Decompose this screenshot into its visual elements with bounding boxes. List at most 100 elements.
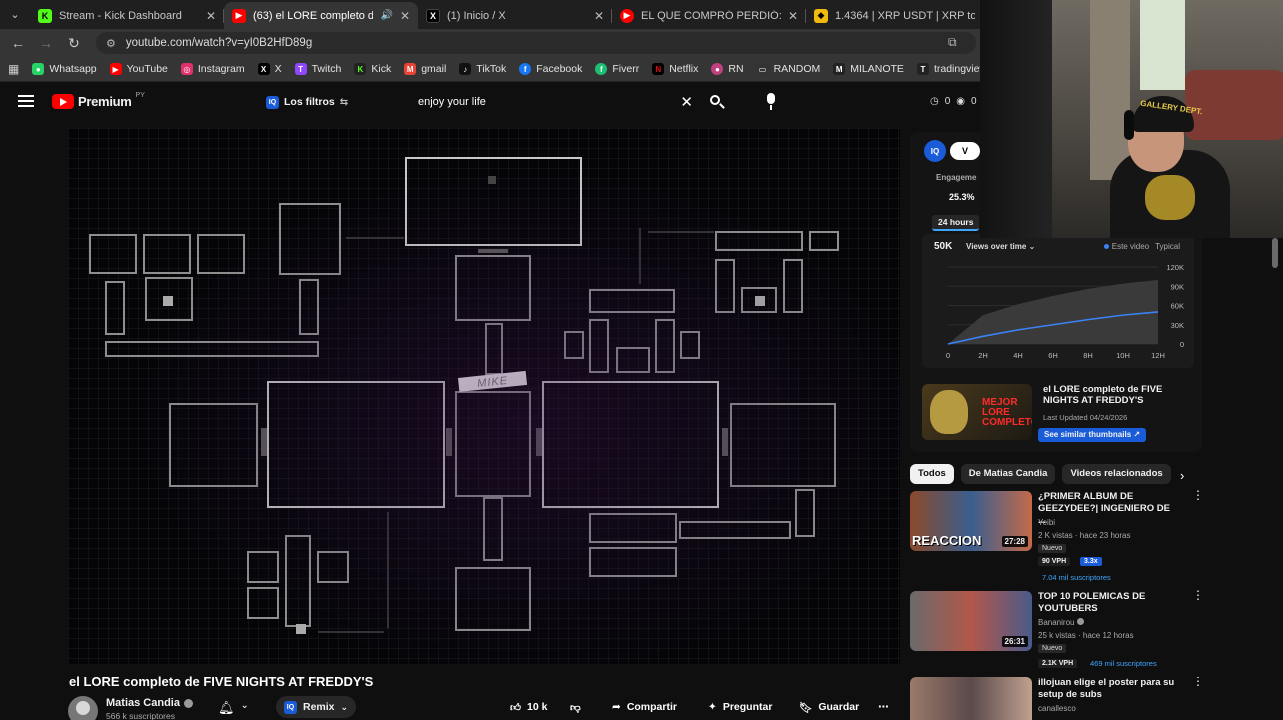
chip-related[interactable]: Videos relacionados	[1062, 464, 1171, 484]
dislike-button[interactable]: 👎︎	[570, 696, 581, 718]
video-thumbnail[interactable]: 26:31	[910, 591, 1032, 651]
scrollbar[interactable]	[1272, 238, 1278, 268]
bookmark-label: TikTok	[476, 63, 507, 75]
tab-search-button[interactable]: ⌄	[0, 0, 30, 29]
search-input[interactable]: enjoy your life ✕	[407, 90, 703, 114]
bookmark-label: X	[274, 63, 282, 75]
bookmark-netflix[interactable]: N Netflix	[652, 63, 698, 75]
tab-x-home[interactable]: X (1) Inicio / X ✕	[418, 2, 612, 29]
video-thumbnail-preview[interactable]: MEJOR LORE COMPLETO	[922, 384, 1032, 440]
close-icon[interactable]: ✕	[594, 9, 604, 23]
search-icon[interactable]	[708, 93, 726, 111]
bookmark-x[interactable]: XX	[257, 63, 282, 75]
youtube-icon: ▶	[109, 63, 122, 75]
bookmark-label: Facebook	[536, 63, 583, 75]
related-channel-name: Bananirou	[1038, 618, 1075, 627]
list-item[interactable]: illojuan elige el poster para su setup d…	[910, 677, 1200, 720]
more-vertical-icon[interactable]: ⋮	[1192, 589, 1204, 601]
bookmark-whatsapp[interactable]: ● Whatsapp	[32, 63, 97, 75]
youtube-logo[interactable]: Premium PY	[52, 92, 145, 109]
webcam-overlay: GALLERY DEPT. ✕	[980, 0, 1283, 238]
thumbnail-text: MEJOR LORE COMPLETO	[982, 397, 1032, 428]
list-item[interactable]: 26:31 TOP 10 POLEMICAS DE YOUTUBERS Bana…	[910, 589, 1204, 677]
views-chart: 50K Views over time ⌄ Este video Typical…	[922, 234, 1194, 368]
apps-grid-icon[interactable]: ▦	[8, 62, 19, 76]
bookmark-tiktok[interactable]: ♪ TikTok	[459, 63, 506, 75]
see-similar-thumbnails-button[interactable]: See similar thumbnails ↗	[1038, 428, 1147, 442]
related-meta: 25 k vistas · hace 12 horas	[1038, 631, 1134, 640]
chip-todos[interactable]: Todos	[910, 464, 954, 484]
tab-youtube-video[interactable]: ▶ (63) el LORE completo de F 🔊 ✕	[224, 2, 418, 29]
bookmark-twitch[interactable]: T Twitch	[294, 63, 342, 75]
close-icon[interactable]: ✕	[400, 9, 410, 23]
avatar[interactable]	[68, 696, 98, 720]
bookmark-label: Twitch	[311, 63, 342, 75]
like-count: 10 k	[526, 701, 548, 713]
install-app-icon[interactable]: ⧉	[948, 35, 957, 50]
x-tick-label: 8H	[1083, 351, 1093, 360]
back-arrow-icon[interactable]: ←	[4, 35, 32, 51]
bookmark-gmail[interactable]: Mgmail	[404, 63, 446, 75]
tab-24-hours[interactable]: 24 hours	[932, 215, 980, 231]
video-player[interactable]: MIKE	[68, 128, 900, 664]
microphone-icon[interactable]	[764, 93, 778, 111]
card-video-title: el LORE completo de FIVE NIGHTS AT FREDD…	[1043, 384, 1163, 406]
menu-icon[interactable]	[18, 95, 34, 110]
share-label: Compartir	[626, 701, 677, 713]
related-channel[interactable]: canallesco	[1038, 704, 1076, 713]
close-icon[interactable]: ✕	[206, 9, 216, 23]
engagement-label: Engageme	[936, 173, 977, 182]
chevron-right-icon[interactable]: ›	[1180, 468, 1184, 483]
external-link-icon: ↗	[1133, 430, 1141, 439]
bookmark-youtube[interactable]: ▶ YouTube	[109, 63, 168, 75]
remix-button[interactable]: IQ Remix ⌄	[276, 696, 357, 718]
bookmark-random[interactable]: ▭ RANDOM	[756, 63, 820, 75]
bookmark-facebook[interactable]: f Facebook	[519, 63, 582, 75]
bookmark-tradingview[interactable]: Ttradingview	[916, 63, 987, 75]
close-icon[interactable]: ✕	[788, 9, 798, 23]
related-channel[interactable]: Bananirou	[1038, 618, 1084, 627]
remix-label: Remix	[303, 701, 335, 713]
video-thumbnail[interactable]	[910, 677, 1032, 720]
more-vertical-icon[interactable]: ⋮	[1192, 677, 1200, 687]
speaker-icon[interactable]: 🔊	[380, 10, 392, 21]
more-vertical-icon[interactable]: ⋮	[1192, 489, 1204, 501]
bookmark-instagram[interactable]: ◎ Instagram	[180, 63, 245, 75]
vph-badge: 90 VPH	[1038, 557, 1071, 566]
forward-arrow-icon[interactable]: →	[32, 35, 60, 51]
site-info-icon[interactable]: ⚙	[106, 37, 116, 50]
bookmark-rn[interactable]: ● RN	[711, 63, 744, 75]
bookmark-milanote[interactable]: M MILANOTE	[833, 63, 904, 75]
more-actions-button[interactable]: ⋯	[878, 696, 889, 718]
vidiq-toggle[interactable]: V	[950, 142, 980, 160]
vidiq-filters-button[interactable]: IQ Los filtros ⇆	[258, 92, 356, 112]
video-thumbnail[interactable]: REACCION 27:28	[910, 491, 1032, 551]
vidiq-icon[interactable]: IQ	[924, 140, 946, 162]
youtube-play-icon	[52, 94, 74, 109]
save-label: Guardar	[818, 701, 860, 713]
tab-binance-xrp[interactable]: ◆ 1.4364 | XRP USDT | XRP to USD ✕	[806, 2, 1000, 29]
ask-button[interactable]: ✦ Preguntar	[708, 696, 772, 718]
channel-name[interactable]: Matias Candia	[106, 697, 193, 709]
subscriber-count: 566 k suscriptores	[106, 711, 175, 720]
related-channel[interactable]: Yeibi	[1038, 518, 1055, 527]
clear-search-icon[interactable]: ✕	[680, 93, 693, 111]
bookmark-kick[interactable]: K Kick	[354, 63, 391, 75]
share-button[interactable]: ➦ Compartir	[612, 696, 677, 718]
subscribe-bell-button[interactable]: 🔔︎ ⌄	[218, 700, 249, 716]
address-bar[interactable]: ⚙ youtube.com/watch?v=yI0B2HfD89g	[96, 32, 976, 54]
chip-channel[interactable]: De Matias Candia	[960, 464, 1056, 484]
x-icon: X	[426, 8, 440, 23]
tab-youtube-album[interactable]: ▶ EL QUE COMPRÓ PERDIÓ: álbu ✕	[612, 2, 806, 29]
stat-value: 0	[944, 96, 951, 107]
bookmark-fiverr[interactable]: f Fiverr	[595, 63, 639, 75]
tab-kick-dashboard[interactable]: K Stream - Kick Dashboard ✕	[30, 2, 224, 29]
sliders-icon: ⇆	[339, 96, 349, 108]
like-button[interactable]: 👍︎ 10 k	[510, 696, 547, 718]
save-button[interactable]: 🔖︎ Guardar	[799, 696, 859, 718]
x-tick-label: 4H	[1013, 351, 1023, 360]
reload-icon[interactable]: ↻	[60, 35, 88, 52]
list-item[interactable]: REACCION 27:28 ¿PRIMER ALBUM DE GEEZYDEE…	[910, 489, 1204, 582]
new-badge: Nuevo	[1038, 544, 1067, 553]
typical-series-area	[948, 279, 1158, 344]
